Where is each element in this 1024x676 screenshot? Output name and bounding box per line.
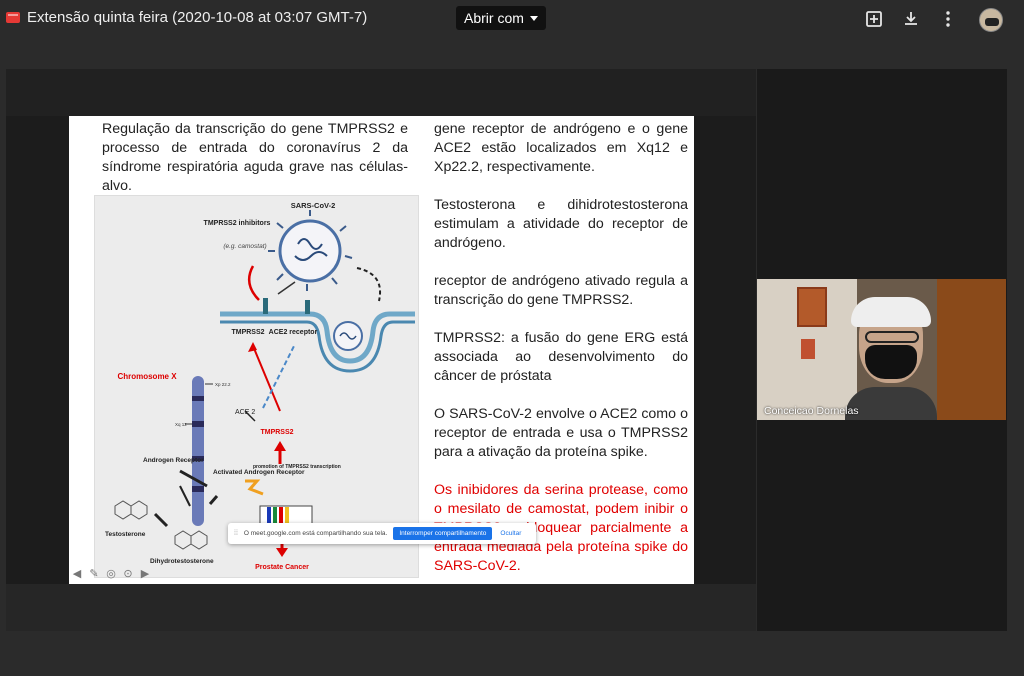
xp-label: Xp 22.2 (215, 382, 231, 387)
inhibitors-example: (e.g. camostat) (223, 243, 266, 250)
account-avatar[interactable] (979, 8, 1003, 32)
hide-button[interactable]: Ocultar (500, 530, 521, 537)
participant-video (757, 279, 1006, 420)
share-message: O meet.google.com está compartilhando su… (243, 530, 388, 537)
file-title: Extensão quinta feira (2020-10-08 at 03:… (27, 9, 368, 26)
slide-letterbox-top (6, 69, 756, 116)
chromosome-label: Chromosome X (117, 372, 177, 381)
wall-frame (801, 339, 815, 359)
presentation-slide: Regulação da transcrição do gene TMPRSS2… (69, 116, 694, 584)
screen-share-notice: ⁞⁞ O meet.google.com está compartilhando… (228, 523, 536, 544)
pathway-figure: SARS-CoV-2 TMPRSS2 inhibitors (e.g. camo… (94, 195, 419, 578)
slide-paragraph: TMPRSS2: a fusão do gene ERG está associ… (434, 330, 688, 384)
open-with-label: Abrir com (464, 10, 524, 26)
testosterone-label: Testosterone (105, 531, 146, 538)
download-icon[interactable] (901, 9, 921, 29)
add-to-drive-icon[interactable] (864, 9, 884, 29)
slide-letterbox-bottom (6, 584, 756, 631)
sars-label: SARS-CoV-2 (291, 201, 336, 210)
tmprss2-label: TMPRSS2 (231, 329, 264, 336)
participant-name: Conceicao Dornelas (764, 405, 859, 417)
wall-painting (797, 287, 827, 327)
more-circle-icon[interactable]: ⊙ (121, 568, 135, 580)
slide-heading: Regulação da transcrição do gene TMPRSS2… (102, 121, 408, 194)
top-bar: Extensão quinta feira (2020-10-08 at 03:… (0, 0, 1024, 36)
xq-label: Xq 12 (175, 422, 187, 427)
slide-paragraph: receptor de andrógeno ativado regula a t… (434, 273, 688, 308)
inhibitors-label: TMPRSS2 inhibitors (204, 220, 271, 227)
more-vert-icon[interactable] (938, 9, 958, 29)
slide-right-column: gene receptor de andrógeno e o gene ACE2… (434, 120, 688, 584)
pen-icon[interactable]: ✎ (87, 568, 101, 580)
participant-figure (845, 297, 937, 420)
arrow-left-icon[interactable]: ◀ (70, 568, 84, 580)
activated-label: Activated Androgen Receptor (213, 469, 305, 476)
ace2-gene-label: ACE 2 (235, 409, 255, 416)
video-door (937, 279, 1006, 420)
ace2-receptor-label: ACE2 receptor (269, 329, 318, 336)
stop-sharing-button[interactable]: Interromper compartilhamento (393, 527, 493, 540)
dht-label: Dihydrotestosterone (150, 558, 214, 565)
arrow-right-icon[interactable]: ▶ (138, 568, 152, 580)
androgen-receptor-label: Androgen Receptor (143, 457, 204, 464)
slide-nav-tools: ◀ ✎ ◎ ⊙ ▶ (70, 568, 152, 580)
circle-menu-icon[interactable]: ◎ (104, 568, 118, 580)
tmprss2-red-label: TMPRSS2 (260, 429, 293, 436)
prostate-label: Prostate Cancer (255, 564, 309, 571)
pathway-diagram: SARS-CoV-2 TMPRSS2 inhibitors (e.g. camo… (105, 201, 415, 571)
slide-paragraph: Testosterona e dihidrotestosterona estim… (434, 197, 688, 251)
open-with-button[interactable]: Abrir com (456, 6, 546, 30)
slide-paragraph: gene receptor de andrógeno e o gene ACE2… (434, 121, 688, 175)
slide-paragraph: O SARS-CoV-2 envolve o ACE2 como o recep… (434, 406, 688, 460)
drag-handle-icon[interactable]: ⁞⁞ (234, 530, 238, 537)
video-file-icon (6, 12, 20, 23)
chevron-down-icon (529, 15, 538, 21)
promotion-label: promotion of TMPRSS2 transcription (253, 464, 341, 470)
